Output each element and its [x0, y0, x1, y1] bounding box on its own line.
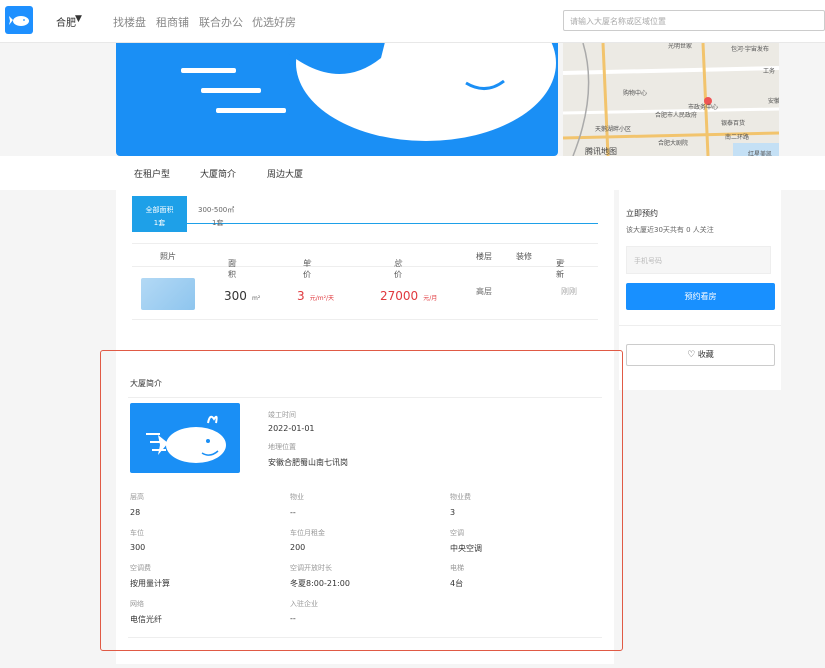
building-banner-image: [116, 43, 558, 156]
whale-illustration-small: [146, 415, 226, 463]
field-label: 空调费: [130, 564, 151, 572]
field-value: 28: [130, 508, 141, 517]
nav-coworking[interactable]: 联合办公: [199, 14, 243, 30]
caret-down-icon[interactable]: ▼: [75, 14, 82, 24]
field-value: 电信光纤: [130, 615, 162, 624]
col-photo: 照片: [160, 252, 176, 261]
location-map[interactable]: 光明世家 包河·宇宙发布 工务 购物中心 市政务中心 安徽 合肥市人民政府 银泰…: [563, 43, 779, 156]
field-value: --: [290, 614, 296, 623]
nav-featured[interactable]: 优选好房: [252, 14, 296, 30]
field-label: 电梯: [450, 564, 464, 572]
search-input[interactable]: 请输入大厦名称或区域位置: [563, 10, 825, 31]
built-time-label: 竣工时间: [268, 411, 296, 419]
col-floor: 楼层: [476, 252, 492, 261]
unit-area: 300 m²: [224, 289, 261, 303]
field-label: 空调: [450, 529, 464, 537]
heart-icon: ♡: [687, 350, 696, 360]
top-navigation-bar: 合肥 ▼ 找楼盘 租商铺 联合办公 优选好房 请输入大厦名称或区域位置: [0, 0, 825, 43]
field-value: --: [290, 508, 296, 517]
field-label: 物业: [290, 493, 304, 501]
unit-floor: 高层: [476, 287, 492, 296]
field-value: 中央空调: [450, 544, 482, 553]
svg-text:合肥市人民政府: 合肥市人民政府: [655, 111, 697, 119]
phone-input[interactable]: 手机号码: [626, 246, 771, 274]
field-value: 冬夏8:00-21:00: [290, 579, 350, 588]
field-label: 层高: [130, 493, 144, 501]
location-value: 安徽合肥蜀山南七讯岗: [268, 458, 348, 467]
svg-text:工务: 工务: [763, 67, 775, 75]
favorite-button[interactable]: ♡ 收藏: [626, 344, 775, 366]
whale-logo[interactable]: [5, 6, 33, 34]
svg-text:包河·宇宙发布: 包河·宇宙发布: [731, 45, 769, 53]
booking-title: 立即预约: [626, 209, 658, 218]
area-tab-all[interactable]: 全部面积 1套: [132, 196, 187, 232]
field-label: 车位月租金: [290, 529, 325, 537]
svg-text:光明世家: 光明世家: [668, 43, 692, 50]
nav-rent-shop[interactable]: 租商铺: [156, 14, 189, 30]
svg-text:银泰百货: 银泰百货: [721, 119, 745, 127]
favorite-label: 收藏: [697, 350, 714, 359]
divider: [619, 325, 781, 326]
field-label: 车位: [130, 529, 144, 537]
area-tab-300-500[interactable]: 300-500㎡ 1套: [198, 204, 234, 230]
area-tab-all-label: 全部面积: [145, 206, 174, 214]
field-value: 按用量计算: [130, 579, 170, 588]
building-intro-section: 大厦简介 竣工时间 2022-01-01 地理位置 安徽合肥蜀山南七讯岗 层高 …: [116, 366, 614, 641]
field-label: 入驻企业: [290, 600, 318, 608]
svg-text:南二环路: 南二环路: [725, 133, 749, 141]
whale-icon: [9, 16, 29, 26]
unit-price: 3 元/m²/天: [297, 289, 335, 303]
col-decoration: 装修: [516, 252, 532, 261]
unit-total-price: 27000 元/月: [380, 289, 438, 303]
sort-icon: ◆: [398, 258, 403, 265]
field-label: 空调开放时长: [290, 564, 332, 572]
svg-text:安徽: 安徽: [768, 97, 779, 105]
city-selector[interactable]: 合肥: [56, 14, 76, 29]
unit-photo[interactable]: [141, 278, 195, 310]
svg-text:合肥大剧院: 合肥大剧院: [658, 139, 688, 147]
field-value: 4台: [450, 579, 464, 588]
field-value: 300: [130, 543, 146, 552]
intro-title: 大厦简介: [130, 379, 162, 388]
book-viewing-button[interactable]: 预约看房: [626, 283, 775, 310]
area-filter-tabs: 全部面积 1套 300-500㎡ 1套: [132, 196, 598, 232]
whale-illustration: [181, 43, 556, 141]
booking-subtitle: 该大厦近30天共有 0 人关注: [626, 226, 714, 234]
svg-text:腾讯地图: 腾讯地图: [585, 146, 617, 156]
booking-panel: 立即预约 该大厦近30天共有 0 人关注 手机号码 预约看房 ♡ 收藏: [619, 190, 781, 390]
divider: [128, 397, 602, 398]
svg-text:购物中心: 购物中心: [623, 89, 647, 97]
map-graphic: 光明世家 包河·宇宙发布 工务 购物中心 市政务中心 安徽 合肥市人民政府 银泰…: [563, 43, 779, 156]
built-time-value: 2022-01-01: [268, 424, 315, 433]
location-label: 地理位置: [268, 443, 296, 451]
building-logo-image: [130, 403, 240, 473]
section-tabs: 在租户型 大厦简介 周边大厦: [0, 156, 825, 192]
tab-building-intro[interactable]: 大厦简介: [200, 167, 236, 180]
svg-text:天鹅湖畔小区: 天鹅湖畔小区: [595, 125, 631, 133]
area-tab-300-500-label: 300-500㎡: [198, 206, 235, 214]
nav-find-building[interactable]: 找楼盘: [113, 14, 146, 30]
sort-icon: ◆: [232, 258, 237, 265]
field-label: 物业费: [450, 493, 471, 501]
svg-text:市政务中心: 市政务中心: [688, 103, 718, 111]
field-value: 200: [290, 543, 306, 552]
units-table-header: 照片 面积 ◆ 单价 ◆ 总价 ◆ 楼层 装修 更新 ◆: [132, 243, 598, 279]
sort-icon: ◆: [560, 258, 565, 265]
sort-icon: ◆: [307, 258, 312, 265]
field-label: 网络: [130, 600, 144, 608]
tab-nearby-buildings[interactable]: 周边大厦: [267, 167, 303, 180]
area-tab-300-500-count: 1套: [212, 219, 224, 227]
divider: [128, 637, 602, 638]
area-tab-all-count: 1套: [153, 219, 166, 227]
tab-available-units[interactable]: 在租户型: [134, 167, 171, 192]
table-row[interactable]: 300 m² 3 元/m²/天 27000 元/月 高层 刚刚: [132, 268, 598, 320]
unit-updated: 刚刚: [561, 287, 577, 296]
field-value: 3: [450, 508, 456, 517]
